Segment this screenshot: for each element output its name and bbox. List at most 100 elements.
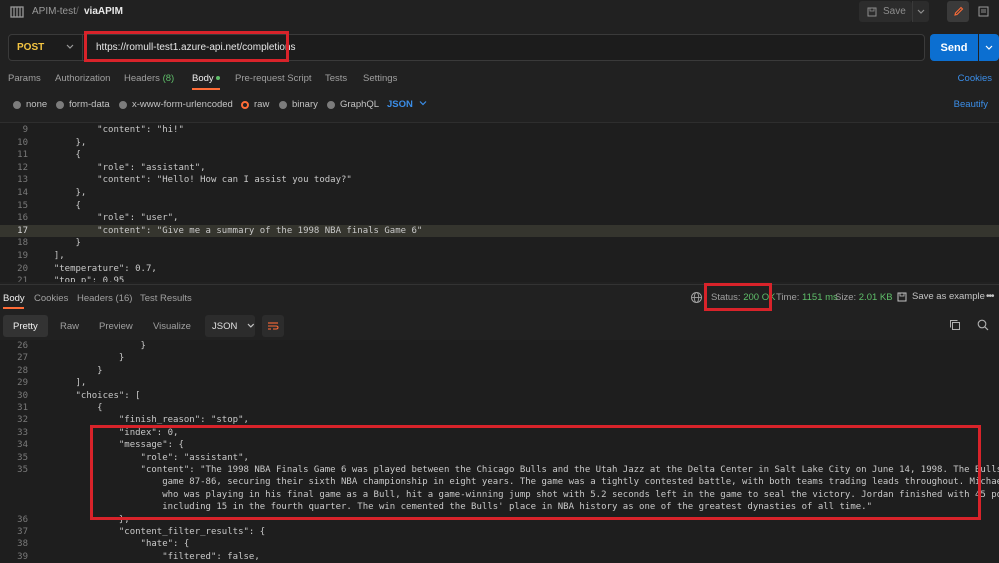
code-line: 14 }, xyxy=(0,187,999,200)
code-text: }, xyxy=(43,514,130,525)
docs-button[interactable] xyxy=(972,1,994,22)
line-number: 37 xyxy=(17,527,28,537)
code-text: including 15 in the fourth quarter. The … xyxy=(43,502,873,513)
response-format-label: JSON xyxy=(212,320,238,332)
radio-form-data[interactable]: form-data xyxy=(56,99,110,110)
resp-tab-body[interactable]: Body xyxy=(3,293,25,304)
tab-pre-request-script[interactable]: Pre-request Script xyxy=(235,73,312,84)
code-line: 16 "role": "user", xyxy=(0,212,999,225)
radio-urlencoded-label: x-www-form-urlencoded xyxy=(132,99,233,110)
wrap-lines-button[interactable] xyxy=(262,315,284,337)
code-line: 34 "message": { xyxy=(0,439,999,452)
radio-none[interactable]: none xyxy=(13,99,47,110)
code-text: "index": 0, xyxy=(43,427,179,438)
line-number: 32 xyxy=(17,415,28,426)
radio-graphql[interactable]: GraphQL xyxy=(327,99,379,110)
resp-tab-headers[interactable]: Headers (16) xyxy=(77,293,132,304)
line-number: 33 xyxy=(17,427,28,438)
resp-tab-test-results[interactable]: Test Results xyxy=(140,293,192,304)
code-line: 13 "content": "Hello! How can I assist y… xyxy=(0,174,999,187)
line-number: 14 xyxy=(17,188,28,198)
line-number: 16 xyxy=(17,213,28,224)
tab-headers-label: Headers xyxy=(124,73,160,84)
globe-icon[interactable] xyxy=(690,291,703,304)
radio-binary-label: binary xyxy=(292,99,318,110)
request-body-editor[interactable]: 9 "content": "hi!" 10 }, 11 {12 "role": "a… xyxy=(0,122,999,282)
code-line: 39 "filtered": false, xyxy=(0,551,999,563)
radio-circle xyxy=(56,100,64,109)
chevron-down-icon xyxy=(66,44,74,49)
line-number: 39 xyxy=(17,551,28,562)
code-line: 35 "role": "assistant", xyxy=(0,452,999,465)
view-preview[interactable]: Preview xyxy=(89,315,143,337)
code-line: 17 "content": "Give me a summary of the … xyxy=(0,224,999,238)
view-pretty[interactable]: Pretty xyxy=(3,315,48,337)
code-text: "content": "Hello! How can I assist you … xyxy=(43,175,352,186)
beautify-link[interactable]: Beautify xyxy=(954,99,988,110)
response-format-select[interactable]: JSON xyxy=(205,315,255,337)
size-value: 2.01 KB xyxy=(858,292,893,303)
status-value: 200 OK xyxy=(743,292,776,303)
code-text: "role": "assistant", xyxy=(43,162,206,173)
url-input[interactable]: https://romull-test1.azure-api.net/compl… xyxy=(96,42,296,53)
view-visualize[interactable]: Visualize xyxy=(143,315,201,337)
body-type-row: none form-data x-www-form-urlencoded raw… xyxy=(0,96,999,112)
radio-binary[interactable]: binary xyxy=(279,99,318,110)
code-text: "choices": [ xyxy=(43,390,141,401)
tab-body-label: Body xyxy=(192,73,214,84)
line-number: 18 xyxy=(17,238,28,249)
app-icon xyxy=(10,6,24,18)
line-number: 35 xyxy=(17,452,28,463)
breadcrumb-workspace[interactable]: APIM-test xyxy=(32,6,76,17)
code-line: 26 } xyxy=(0,340,999,353)
body-format-select[interactable]: JSON xyxy=(387,99,427,110)
edit-button[interactable] xyxy=(947,1,969,22)
radio-raw[interactable]: raw xyxy=(241,99,269,110)
code-line: 29 ], xyxy=(0,377,999,390)
line-number: 19 xyxy=(17,251,28,261)
breadcrumb-request[interactable]: viaAPIM xyxy=(84,6,123,17)
size-label: Size: xyxy=(835,292,857,303)
tab-tests[interactable]: Tests xyxy=(325,73,347,84)
radio-graphql-label: GraphQL xyxy=(340,99,380,110)
save-options-button[interactable] xyxy=(912,1,929,22)
send-button[interactable]: Send xyxy=(930,34,978,61)
tab-authorization[interactable]: Authorization xyxy=(55,73,110,84)
line-number: 36 xyxy=(17,514,28,525)
tab-headers[interactable]: Headers (8) xyxy=(124,73,174,84)
line-number: 27 xyxy=(17,353,28,364)
save-as-example-button[interactable]: Save as example xyxy=(897,291,985,302)
radio-urlencoded[interactable]: x-www-form-urlencoded xyxy=(119,99,233,110)
more-icon[interactable]: ••• xyxy=(986,291,994,302)
view-raw[interactable]: Raw xyxy=(50,315,89,337)
send-options-button[interactable] xyxy=(979,34,999,61)
tab-settings[interactable]: Settings xyxy=(363,73,397,84)
code-text: game 87-86, securing their sixth NBA cha… xyxy=(43,477,999,488)
code-line: 35 "content": "The 1998 NBA Finals Game … xyxy=(0,464,999,477)
radio-circle xyxy=(327,100,335,109)
line-number: 35 xyxy=(17,465,28,475)
body-format-label: JSON xyxy=(387,99,413,110)
code-text: "temperature": 0.7, xyxy=(43,263,157,274)
code-text: "content": "hi!" xyxy=(43,125,184,135)
wrap-icon xyxy=(268,322,279,330)
tab-body[interactable]: Body xyxy=(192,73,220,84)
search-icon[interactable] xyxy=(977,319,989,331)
save-label: Save xyxy=(883,6,906,17)
radio-circle xyxy=(13,100,21,109)
line-number: 31 xyxy=(17,403,28,413)
method-select[interactable]: POST xyxy=(9,35,83,60)
resp-tab-cookies[interactable]: Cookies xyxy=(34,293,68,304)
copy-icon[interactable] xyxy=(949,319,961,331)
line-number: 30 xyxy=(17,390,28,401)
response-body-viewer[interactable]: 26 } 27 } 28 } 29 ], 30 "choices": [31 {32 "… xyxy=(0,340,999,563)
save-example-label: Save as example xyxy=(912,291,985,302)
active-tab-indicator xyxy=(192,88,220,90)
radio-none-label: none xyxy=(26,99,48,110)
save-button[interactable]: Save xyxy=(859,1,912,22)
response-toolbar: Pretty Raw Preview Visualize xyxy=(0,312,999,340)
line-number: 11 xyxy=(17,150,28,161)
tab-params[interactable]: Params xyxy=(8,73,41,84)
code-line: 10 }, xyxy=(0,137,999,150)
cookies-link[interactable]: Cookies xyxy=(958,73,992,84)
